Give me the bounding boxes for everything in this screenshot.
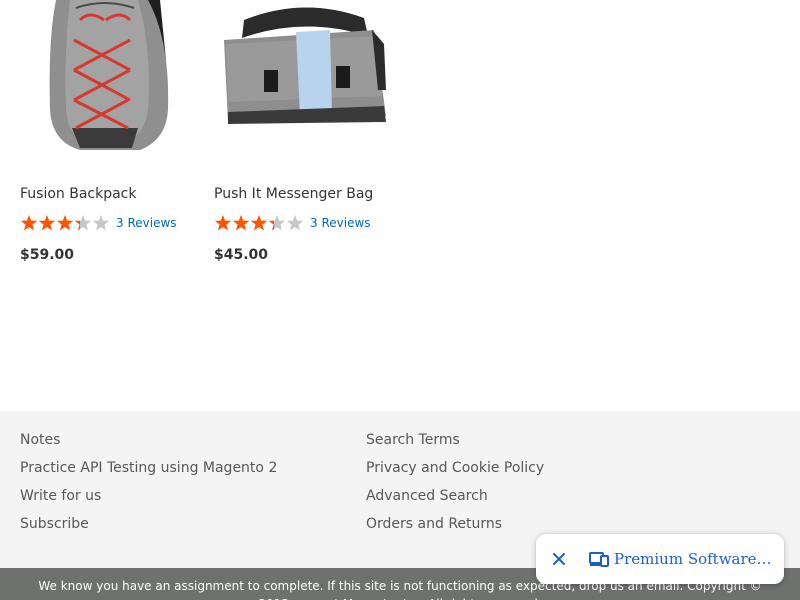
- footer-links-column: Search Terms Privacy and Cookie Policy A…: [366, 431, 544, 543]
- product-name-link[interactable]: Push It Messenger Bag: [214, 186, 373, 202]
- promo-link[interactable]: Premium Software Testing Courses: [614, 550, 772, 568]
- reviews-link[interactable]: 3 Reviews: [116, 216, 177, 230]
- product-grid: Fusion Backpack 3 Reviews $59.00 Push It…: [0, 0, 800, 411]
- backpack-image: [49, 0, 169, 150]
- product-image-link[interactable]: [214, 0, 394, 170]
- reviews-link[interactable]: 3 Reviews: [310, 216, 371, 230]
- footer-link-subscribe[interactable]: Subscribe: [20, 515, 277, 543]
- star-icon: [56, 215, 74, 231]
- star-icon: [92, 215, 110, 231]
- rating-stars-fill: [214, 215, 275, 231]
- close-icon[interactable]: [550, 550, 568, 568]
- product-image-link[interactable]: [20, 0, 200, 170]
- rating-stars-filled: [20, 213, 81, 233]
- rating-stars-filled: [214, 213, 275, 233]
- messenger-bag-image: [224, 7, 386, 124]
- product-price: $59.00: [20, 247, 75, 263]
- star-icon: [20, 215, 38, 231]
- promo-toast: Premium Software Testing Courses: [536, 534, 784, 584]
- footer-link-advanced-search[interactable]: Advanced Search: [366, 487, 544, 515]
- product-rating: 3 Reviews: [20, 213, 177, 233]
- footer-link-search-terms[interactable]: Search Terms: [366, 431, 544, 459]
- star-icon: [232, 215, 250, 231]
- footer-link-privacy-policy[interactable]: Privacy and Cookie Policy: [366, 459, 544, 487]
- footer-link-write-for-us[interactable]: Write for us: [20, 487, 277, 515]
- star-icon: [38, 215, 56, 231]
- product-name-link[interactable]: Fusion Backpack: [20, 186, 137, 202]
- footer-link-api-testing[interactable]: Practice API Testing using Magento 2: [20, 459, 277, 487]
- star-icon: [286, 215, 304, 231]
- product-price: $45.00: [214, 247, 269, 263]
- star-icon: [268, 220, 275, 231]
- footer-link-notes[interactable]: Notes: [20, 431, 277, 459]
- devices-icon: [589, 549, 609, 569]
- rating-stars: [20, 213, 110, 233]
- star-icon: [74, 220, 81, 231]
- rating-stars-fill: [20, 215, 81, 231]
- star-icon: [214, 215, 232, 231]
- rating-stars: [214, 213, 304, 233]
- footer-links-column: Notes Practice API Testing using Magento…: [20, 431, 277, 543]
- footer-link-orders-returns[interactable]: Orders and Returns: [366, 515, 544, 543]
- product-rating: 3 Reviews: [214, 213, 371, 233]
- star-icon: [250, 215, 268, 231]
